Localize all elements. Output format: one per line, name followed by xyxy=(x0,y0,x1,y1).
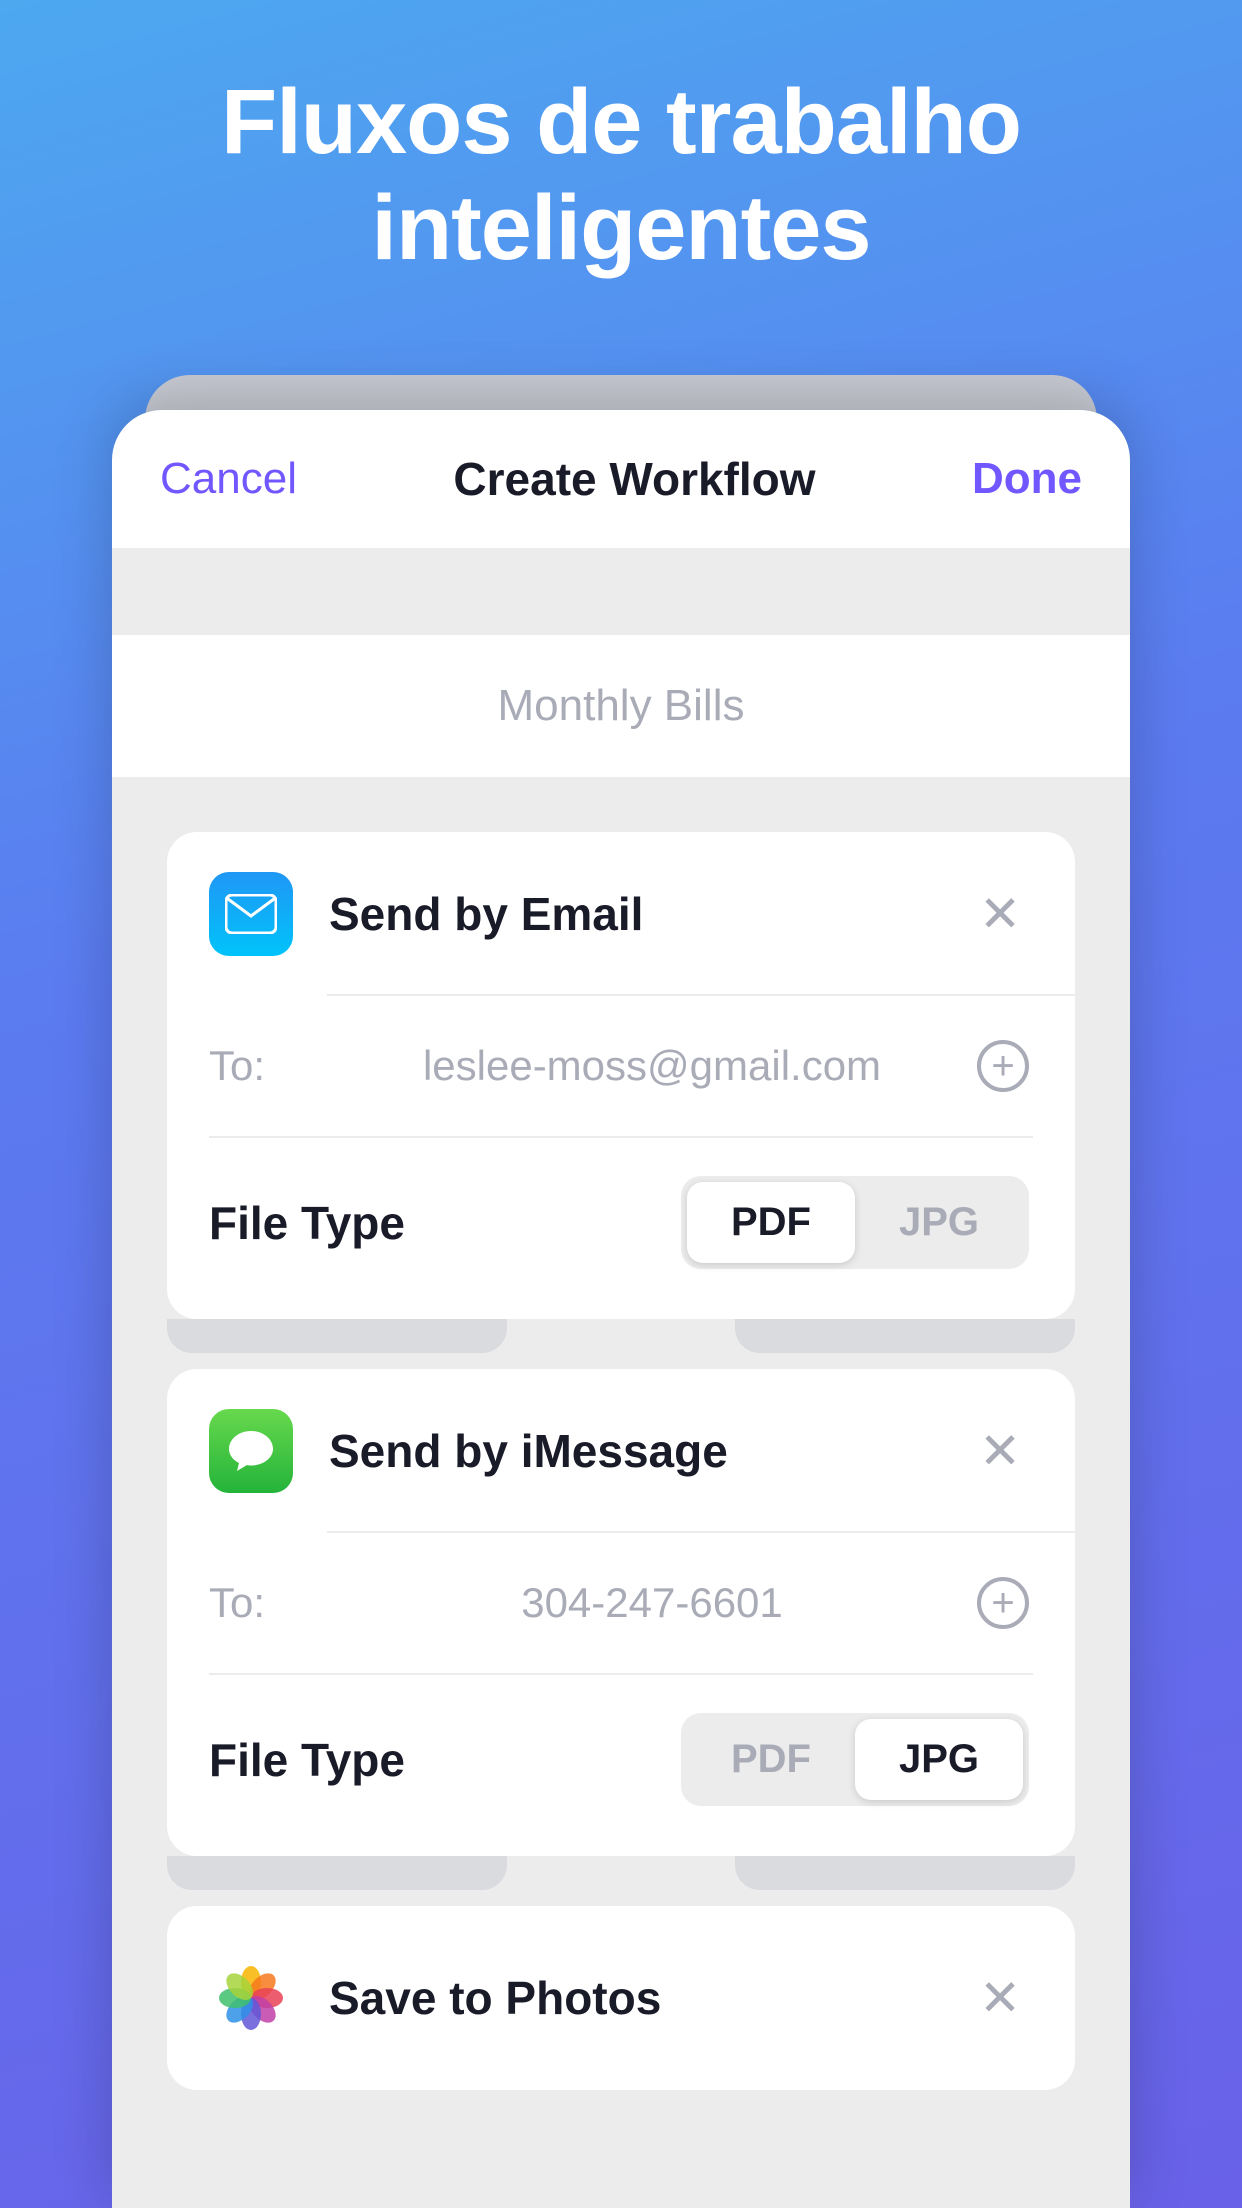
filetype-option-jpg[interactable]: JPG xyxy=(855,1182,1023,1263)
filetype-row: File Type PDF JPG xyxy=(167,1138,1075,1319)
close-icon[interactable]: ✕ xyxy=(971,1422,1029,1480)
imessage-icon xyxy=(209,1409,293,1493)
filetype-row: File Type PDF JPG xyxy=(167,1675,1075,1856)
step-connector xyxy=(167,1856,1075,1906)
filetype-segment: PDF JPG xyxy=(681,1176,1029,1269)
connector-pill xyxy=(167,1319,507,1353)
photos-icon xyxy=(209,1956,293,2040)
marketing-headline: Fluxos de trabalho inteligentes xyxy=(0,0,1242,282)
workflow-name-row xyxy=(112,635,1130,777)
headline-line1: Fluxos de trabalho xyxy=(221,71,1021,173)
create-workflow-sheet: Cancel Create Workflow Done Send by Emai… xyxy=(112,410,1130,2208)
connector-pill xyxy=(167,1856,507,1890)
imessage-to-input[interactable] xyxy=(327,1579,977,1627)
email-to-row: To: + xyxy=(167,996,1075,1136)
filetype-segment: PDF JPG xyxy=(681,1713,1029,1806)
to-label: To: xyxy=(209,1042,327,1090)
step-header: Send by Email ✕ xyxy=(167,832,1075,994)
close-icon[interactable]: ✕ xyxy=(971,885,1029,943)
workflow-name-input[interactable] xyxy=(112,681,1130,731)
workflow-step-email: Send by Email ✕ To: + File Type PDF JPG xyxy=(167,832,1075,1319)
filetype-label: File Type xyxy=(209,1196,405,1250)
sheet-body: Send by Email ✕ To: + File Type PDF JPG xyxy=(112,550,1130,2208)
connector-pill xyxy=(735,1856,1075,1890)
add-recipient-button[interactable]: + xyxy=(977,1577,1029,1629)
step-connector xyxy=(167,1319,1075,1369)
imessage-to-row: To: + xyxy=(167,1533,1075,1673)
filetype-option-pdf[interactable]: PDF xyxy=(687,1182,855,1263)
workflow-step-photos: Save to Photos ✕ xyxy=(167,1906,1075,2090)
step-header: Save to Photos ✕ xyxy=(167,1906,1075,2090)
mail-icon xyxy=(209,872,293,956)
done-button[interactable]: Done xyxy=(972,454,1082,504)
headline-line2: inteligentes xyxy=(371,177,870,279)
add-recipient-button[interactable]: + xyxy=(977,1040,1029,1092)
email-to-input[interactable] xyxy=(327,1042,977,1090)
filetype-option-pdf[interactable]: PDF xyxy=(687,1719,855,1800)
step-title: Send by iMessage xyxy=(329,1424,971,1478)
close-icon[interactable]: ✕ xyxy=(971,1969,1029,2027)
filetype-label: File Type xyxy=(209,1733,405,1787)
sheet-header: Cancel Create Workflow Done xyxy=(112,410,1130,550)
sheet-title: Create Workflow xyxy=(453,452,815,506)
connector-pill xyxy=(735,1319,1075,1353)
to-label: To: xyxy=(209,1579,327,1627)
cancel-button[interactable]: Cancel xyxy=(160,454,297,504)
step-header: Send by iMessage ✕ xyxy=(167,1369,1075,1531)
step-title: Send by Email xyxy=(329,887,971,941)
step-title: Save to Photos xyxy=(329,1971,971,2025)
workflow-step-imessage: Send by iMessage ✕ To: + File Type PDF J… xyxy=(167,1369,1075,1856)
filetype-option-jpg[interactable]: JPG xyxy=(855,1719,1023,1800)
